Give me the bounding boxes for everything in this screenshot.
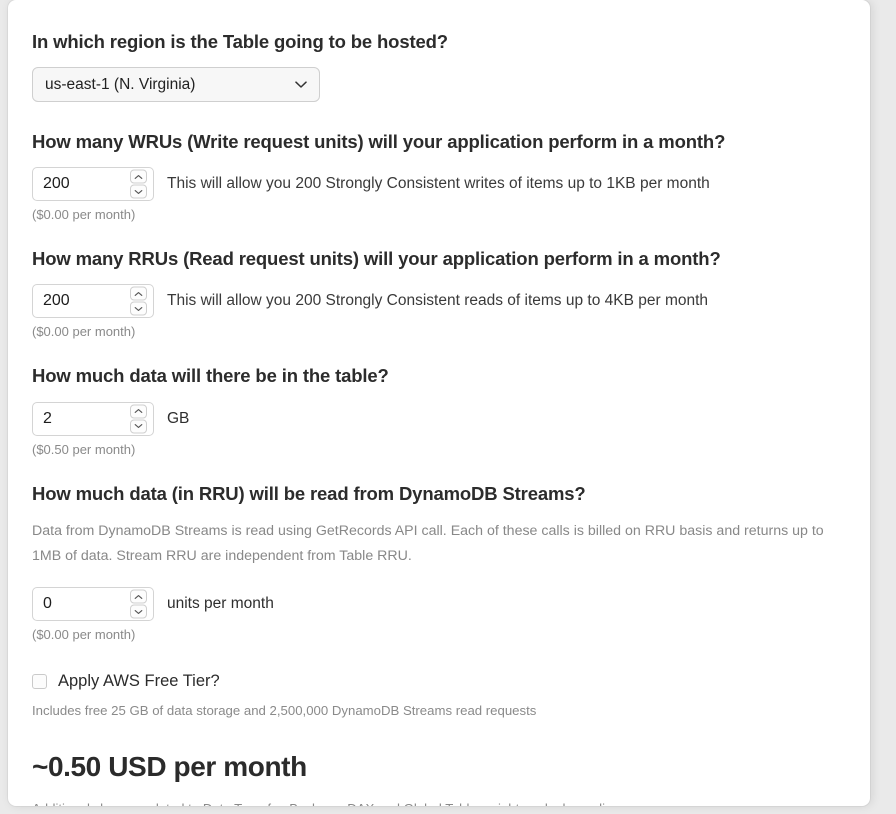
wru-question: How many WRUs (Write request units) will… bbox=[32, 131, 726, 153]
region-select[interactable]: us-east-1 (N. Virginia) bbox=[32, 67, 320, 103]
wru-input-wrapper bbox=[32, 167, 154, 202]
streams-question: How much data (in RRU) will be read from… bbox=[32, 482, 586, 504]
total-footnote: Additional charges related to Data Trans… bbox=[32, 801, 846, 806]
storage-stepper-up-button[interactable] bbox=[130, 404, 147, 418]
streams-section: How much data (in RRU) will be read from… bbox=[32, 482, 846, 643]
free-tier-checkbox[interactable] bbox=[32, 674, 47, 690]
wru-stepper-down-button[interactable] bbox=[130, 184, 147, 199]
free-tier-label[interactable]: Apply AWS Free Tier? bbox=[58, 672, 220, 691]
storage-stepper-down-button[interactable] bbox=[130, 419, 147, 433]
rru-stepper bbox=[130, 286, 147, 316]
wru-price: ($0.00 per month) bbox=[32, 207, 136, 223]
rru-stepper-down-button[interactable] bbox=[130, 301, 147, 316]
streams-input-row: units per month bbox=[32, 587, 846, 622]
total-amount: ~0.50 USD per month bbox=[32, 751, 307, 783]
storage-stepper bbox=[130, 404, 147, 433]
total-section: ~0.50 USD per month Additional charges r… bbox=[32, 751, 846, 806]
streams-stepper-up-button[interactable] bbox=[130, 589, 147, 604]
region-section: In which region is the Table going to be… bbox=[32, 30, 846, 103]
storage-input-wrapper bbox=[32, 401, 154, 436]
streams-unit-label: units per month bbox=[167, 595, 274, 613]
rru-input-wrapper bbox=[32, 284, 154, 319]
free-tier-section: Apply AWS Free Tier? Includes free 25 GB… bbox=[32, 672, 846, 718]
rru-section: How many RRUs (Read request units) will … bbox=[32, 247, 846, 339]
calculator-form: In which region is the Table going to be… bbox=[8, 0, 870, 806]
rru-stepper-up-button[interactable] bbox=[130, 286, 147, 301]
storage-section: How much data will there be in the table… bbox=[32, 364, 846, 457]
wru-hint: This will allow you 200 Strongly Consist… bbox=[167, 175, 710, 193]
calculator-card: In which region is the Table going to be… bbox=[8, 0, 870, 806]
rru-price: ($0.00 per month) bbox=[32, 324, 136, 340]
wru-input-row: This will allow you 200 Strongly Consist… bbox=[32, 167, 846, 202]
free-tier-row: Apply AWS Free Tier? bbox=[32, 672, 846, 691]
storage-input-row: GB bbox=[32, 401, 846, 436]
wru-section: How many WRUs (Write request units) will… bbox=[32, 130, 846, 222]
rru-input-row: This will allow you 200 Strongly Consist… bbox=[32, 284, 846, 319]
region-question: In which region is the Table going to be… bbox=[32, 31, 448, 52]
streams-stepper bbox=[130, 589, 147, 619]
storage-unit-label: GB bbox=[167, 409, 190, 427]
wru-stepper bbox=[130, 169, 147, 199]
rru-question: How many RRUs (Read request units) will … bbox=[32, 248, 721, 270]
rru-hint: This will allow you 200 Strongly Consist… bbox=[167, 292, 709, 310]
streams-description: Data from DynamoDB Streams is read using… bbox=[32, 522, 824, 564]
streams-input-wrapper bbox=[32, 587, 154, 622]
storage-question: How much data will there be in the table… bbox=[32, 365, 389, 387]
storage-price: ($0.50 per month) bbox=[32, 441, 136, 457]
free-tier-note: Includes free 25 GB of data storage and … bbox=[32, 703, 537, 719]
streams-stepper-down-button[interactable] bbox=[130, 604, 147, 619]
region-select-wrapper: us-east-1 (N. Virginia) bbox=[32, 67, 320, 103]
streams-price: ($0.00 per month) bbox=[32, 627, 136, 643]
wru-stepper-up-button[interactable] bbox=[130, 169, 147, 184]
